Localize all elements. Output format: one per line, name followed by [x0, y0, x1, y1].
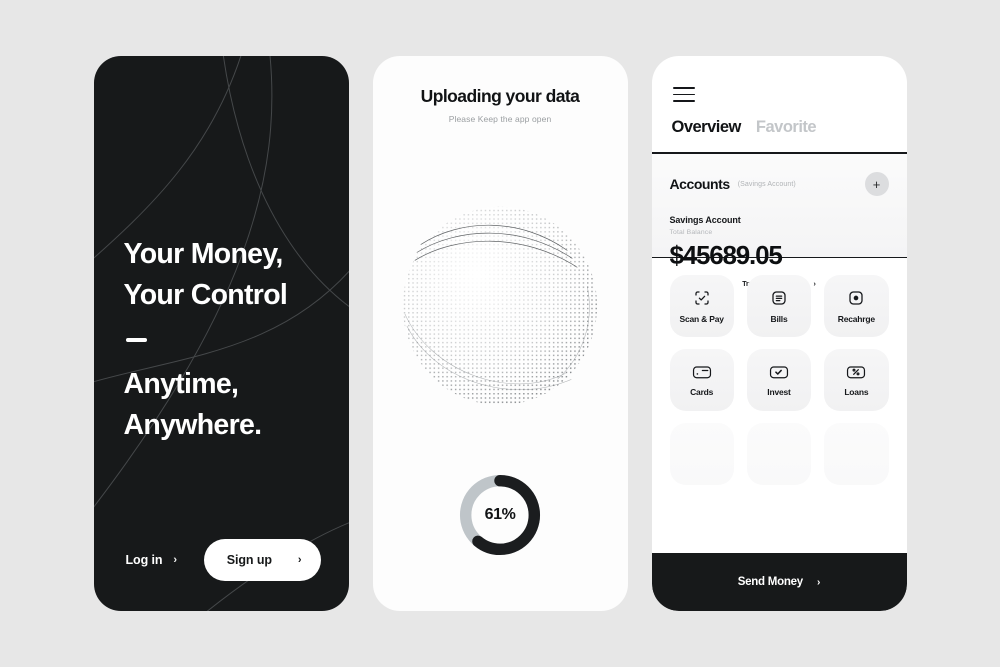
progress-percent-label: 61%	[484, 506, 516, 523]
action-label: Recahrge	[837, 313, 875, 324]
scan-pay-icon	[695, 290, 709, 305]
invest-icon	[769, 365, 789, 378]
action-label: Bills	[770, 313, 788, 324]
send-money-label: Send Money	[737, 576, 803, 588]
plus-icon: +	[872, 176, 881, 192]
action-tile-recharge[interactable]: Recahrge	[824, 275, 889, 337]
hero-copy: Your Money, Your Control Anytime, Anywhe…	[124, 234, 325, 446]
subheadline-line-2: Anywhere.	[123, 409, 263, 442]
action-tile-loans[interactable]: Loans	[824, 349, 889, 411]
send-money-button[interactable]: Send Money ›	[651, 553, 907, 611]
accounts-card-header: Accounts (Savings Account) +	[670, 154, 889, 196]
subheadline-line-1: Anytime,	[123, 368, 239, 401]
screen-tabs: Overview Favorite	[672, 118, 817, 137]
action-tile-invest[interactable]: Invest	[746, 349, 812, 411]
particle-sphere-graphic	[402, 206, 598, 406]
upload-progress-ring: 61%	[456, 471, 544, 559]
uploading-subtitle: Please Keep the app open	[448, 114, 552, 124]
account-name: Savings Account	[669, 215, 741, 225]
action-label: Invest	[767, 386, 791, 397]
action-tile-placeholder	[824, 423, 889, 485]
chevron-right-icon: ›	[297, 554, 302, 566]
accounts-title: Accounts	[669, 176, 731, 192]
sign-up-button[interactable]: Sign up ›	[203, 539, 321, 581]
accounts-subtitle: (Savings Account)	[737, 180, 796, 188]
tab-favorite[interactable]: Favorite	[756, 118, 817, 137]
loans-icon	[847, 365, 866, 378]
onboarding-screen: Your Money, Your Control Anytime, Anywhe…	[93, 56, 349, 611]
sign-up-label: Sign up	[226, 553, 272, 567]
bills-icon	[772, 290, 786, 305]
headline-line-2: Your Control	[123, 279, 288, 312]
cards-icon	[692, 365, 711, 378]
headline-line-1: Your Money,	[123, 238, 284, 270]
action-tile-placeholder	[669, 423, 734, 485]
uploading-screen: Uploading your data Please Keep the app …	[372, 56, 628, 611]
add-account-button[interactable]: +	[864, 172, 889, 196]
action-tile-bills[interactable]: Bills	[746, 275, 812, 337]
action-label: Cards	[690, 386, 714, 397]
hero-divider	[125, 338, 147, 343]
action-tile-cards[interactable]: Cards	[669, 349, 734, 411]
log-in-button[interactable]: Log in ›	[124, 547, 179, 573]
recharge-icon	[849, 290, 863, 305]
account-overview-screen: Overview Favorite Accounts (Savings Acco…	[651, 56, 907, 611]
log-in-label: Log in	[125, 553, 163, 567]
chevron-right-icon: ›	[173, 554, 177, 566]
accounts-card: Accounts (Savings Account) + Savings Acc…	[651, 154, 907, 288]
phone-mockup-stage: Your Money, Your Control Anytime, Anywhe…	[0, 0, 1000, 667]
action-tile-placeholder	[746, 423, 812, 485]
action-label: Scan & Pay	[679, 313, 725, 324]
chevron-right-icon: ›	[816, 576, 821, 588]
action-label: Loans	[844, 386, 869, 397]
tab-overview[interactable]: Overview	[672, 118, 742, 137]
uploading-title: Uploading your data	[420, 86, 580, 106]
total-balance-label: Total Balance	[669, 229, 713, 236]
action-tile-scan-pay[interactable]: Scan & Pay	[669, 275, 734, 337]
hamburger-menu-icon[interactable]	[672, 87, 695, 102]
onboarding-actions: Log in › Sign up ›	[124, 539, 321, 581]
